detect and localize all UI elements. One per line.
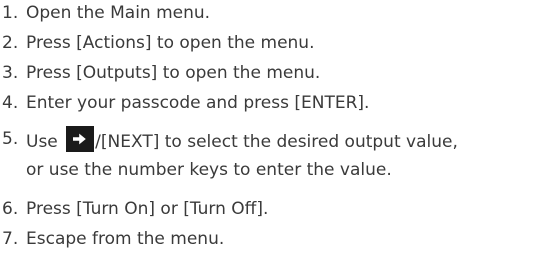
instruction-list: 1. Open the Main menu. 2. Press [Actions…	[0, 0, 541, 256]
step-text: Press [Turn On] or [Turn Off].	[26, 199, 269, 219]
step-number: 4.	[2, 93, 19, 113]
step-number: 7.	[2, 229, 19, 249]
step-number: 1.	[2, 3, 19, 23]
step-text: Open the Main menu.	[26, 3, 211, 23]
step-number: 6.	[2, 199, 19, 219]
step-number: 3.	[2, 63, 19, 83]
step-number: 5.	[2, 129, 19, 149]
step-text-after-icon: /[NEXT] to select the desired output val…	[95, 132, 458, 152]
step-text: Escape from the menu.	[26, 229, 225, 249]
step-number: 2.	[2, 33, 19, 53]
step-text: Press [Outputs] to open the menu.	[26, 63, 321, 83]
step-text: Press [Actions] to open the menu.	[26, 33, 315, 53]
step-text-before-icon: Use	[26, 132, 58, 152]
step-text: Enter your passcode and press [ENTER].	[26, 93, 370, 113]
step-text-continued: or use the number keys to enter the valu…	[26, 160, 392, 180]
step-text: Use /[NEXT] to select the desired output…	[26, 126, 458, 155]
right-arrow-icon	[66, 126, 95, 152]
